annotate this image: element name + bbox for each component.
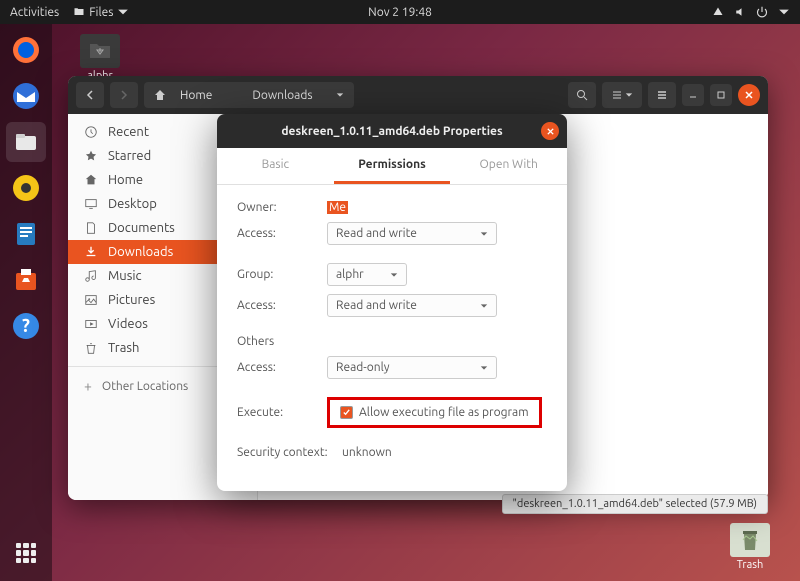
others-label: Others [237,335,317,348]
trash-icon [84,341,98,355]
volume-icon [734,6,746,18]
trash-icon [740,528,760,552]
dialog-title: deskreen_1.0.11_amd64.deb Properties [281,125,502,138]
chevron-down-icon [117,6,129,18]
apps-grid-icon [16,543,36,563]
dock-help[interactable]: ? [6,306,46,346]
search-button[interactable] [568,82,596,108]
chevron-down-icon [480,230,488,238]
app-menu[interactable]: Files [73,6,129,19]
others-access-combo[interactable]: Read-only [327,356,497,379]
star-icon [84,149,98,163]
security-context-value: unknown [342,446,392,459]
tab-permissions[interactable]: Permissions [334,148,451,184]
group-combo[interactable]: alphr [327,263,407,286]
tab-openwith[interactable]: Open With [450,148,567,184]
chevron-down-icon [480,364,488,372]
security-context-label: Security context: [237,446,332,459]
clock-icon [84,125,98,139]
dock-software[interactable] [6,260,46,300]
menu-icon [656,89,668,101]
document-icon [84,221,98,235]
close-icon [546,127,555,136]
close-icon [744,90,754,100]
owner-access-label: Access: [237,227,317,240]
dock-rhythmbox[interactable] [6,168,46,208]
music-icon [84,269,98,283]
dock-writer[interactable] [6,214,46,254]
properties-dialog: deskreen_1.0.11_amd64.deb Properties Bas… [217,114,567,491]
tab-basic[interactable]: Basic [217,148,334,184]
others-access-label: Access: [237,361,317,374]
hamburger-button[interactable] [648,82,676,108]
maximize-button[interactable] [710,84,732,106]
activities-button[interactable]: Activities [10,6,59,19]
download-icon [84,245,98,259]
chevron-down-icon [625,91,633,99]
close-button[interactable] [738,84,760,106]
desktop-icon [84,197,98,211]
system-tray[interactable] [712,6,790,18]
dock-firefox[interactable] [6,30,46,70]
desktop-folder-alphr[interactable]: alphr [70,34,130,82]
path-downloads[interactable]: Downloads [232,82,354,108]
dialog-titlebar[interactable]: deskreen_1.0.11_amd64.deb Properties [217,114,567,148]
top-panel: Activities Files Nov 2 19:48 [0,0,800,24]
show-applications[interactable] [6,533,46,573]
dock-thunderbird[interactable] [6,76,46,116]
statusbar: "deskreen_1.0.11_amd64.deb" selected (57… [502,494,769,514]
forward-button[interactable] [110,82,138,108]
folder-icon [73,6,85,18]
files-titlebar[interactable]: Home Downloads [68,76,768,114]
search-icon [576,89,588,101]
network-icon [712,6,724,18]
check-icon [342,408,351,417]
chevron-down-icon [778,6,790,18]
picture-icon [84,293,98,307]
home-icon [84,173,98,187]
list-icon [611,89,623,101]
back-button[interactable] [76,82,104,108]
minimize-button[interactable] [682,84,704,106]
execute-label: Execute: [237,406,317,419]
chevron-down-icon [390,271,398,279]
group-access-combo[interactable]: Read and write [327,294,497,317]
path-home[interactable]: Home [144,82,232,108]
owner-value: Me [327,201,348,214]
home-icon [154,89,166,101]
video-icon [84,317,98,331]
group-label: Group: [237,268,317,281]
owner-label: Owner: [237,201,317,214]
path-bar[interactable]: Home Downloads [144,82,354,108]
view-list-button[interactable] [602,82,642,108]
chevron-down-icon [336,91,344,99]
chevron-down-icon [480,302,488,310]
svg-text:?: ? [22,316,30,336]
execute-checkbox[interactable] [340,406,353,419]
execute-highlight: Allow executing file as program [327,397,542,428]
folder-icon [89,42,111,60]
desktop-trash[interactable]: Trash [720,523,780,571]
dock-files[interactable] [6,122,46,162]
dialog-close-button[interactable] [541,122,559,140]
execute-checkbox-label[interactable]: Allow executing file as program [359,406,529,419]
owner-access-combo[interactable]: Read and write [327,222,497,245]
power-icon [756,6,768,18]
dock: ? [0,24,52,581]
dialog-tabs: Basic Permissions Open With [217,148,567,185]
group-access-label: Access: [237,299,317,312]
clock[interactable]: Nov 2 19:48 [368,6,432,19]
